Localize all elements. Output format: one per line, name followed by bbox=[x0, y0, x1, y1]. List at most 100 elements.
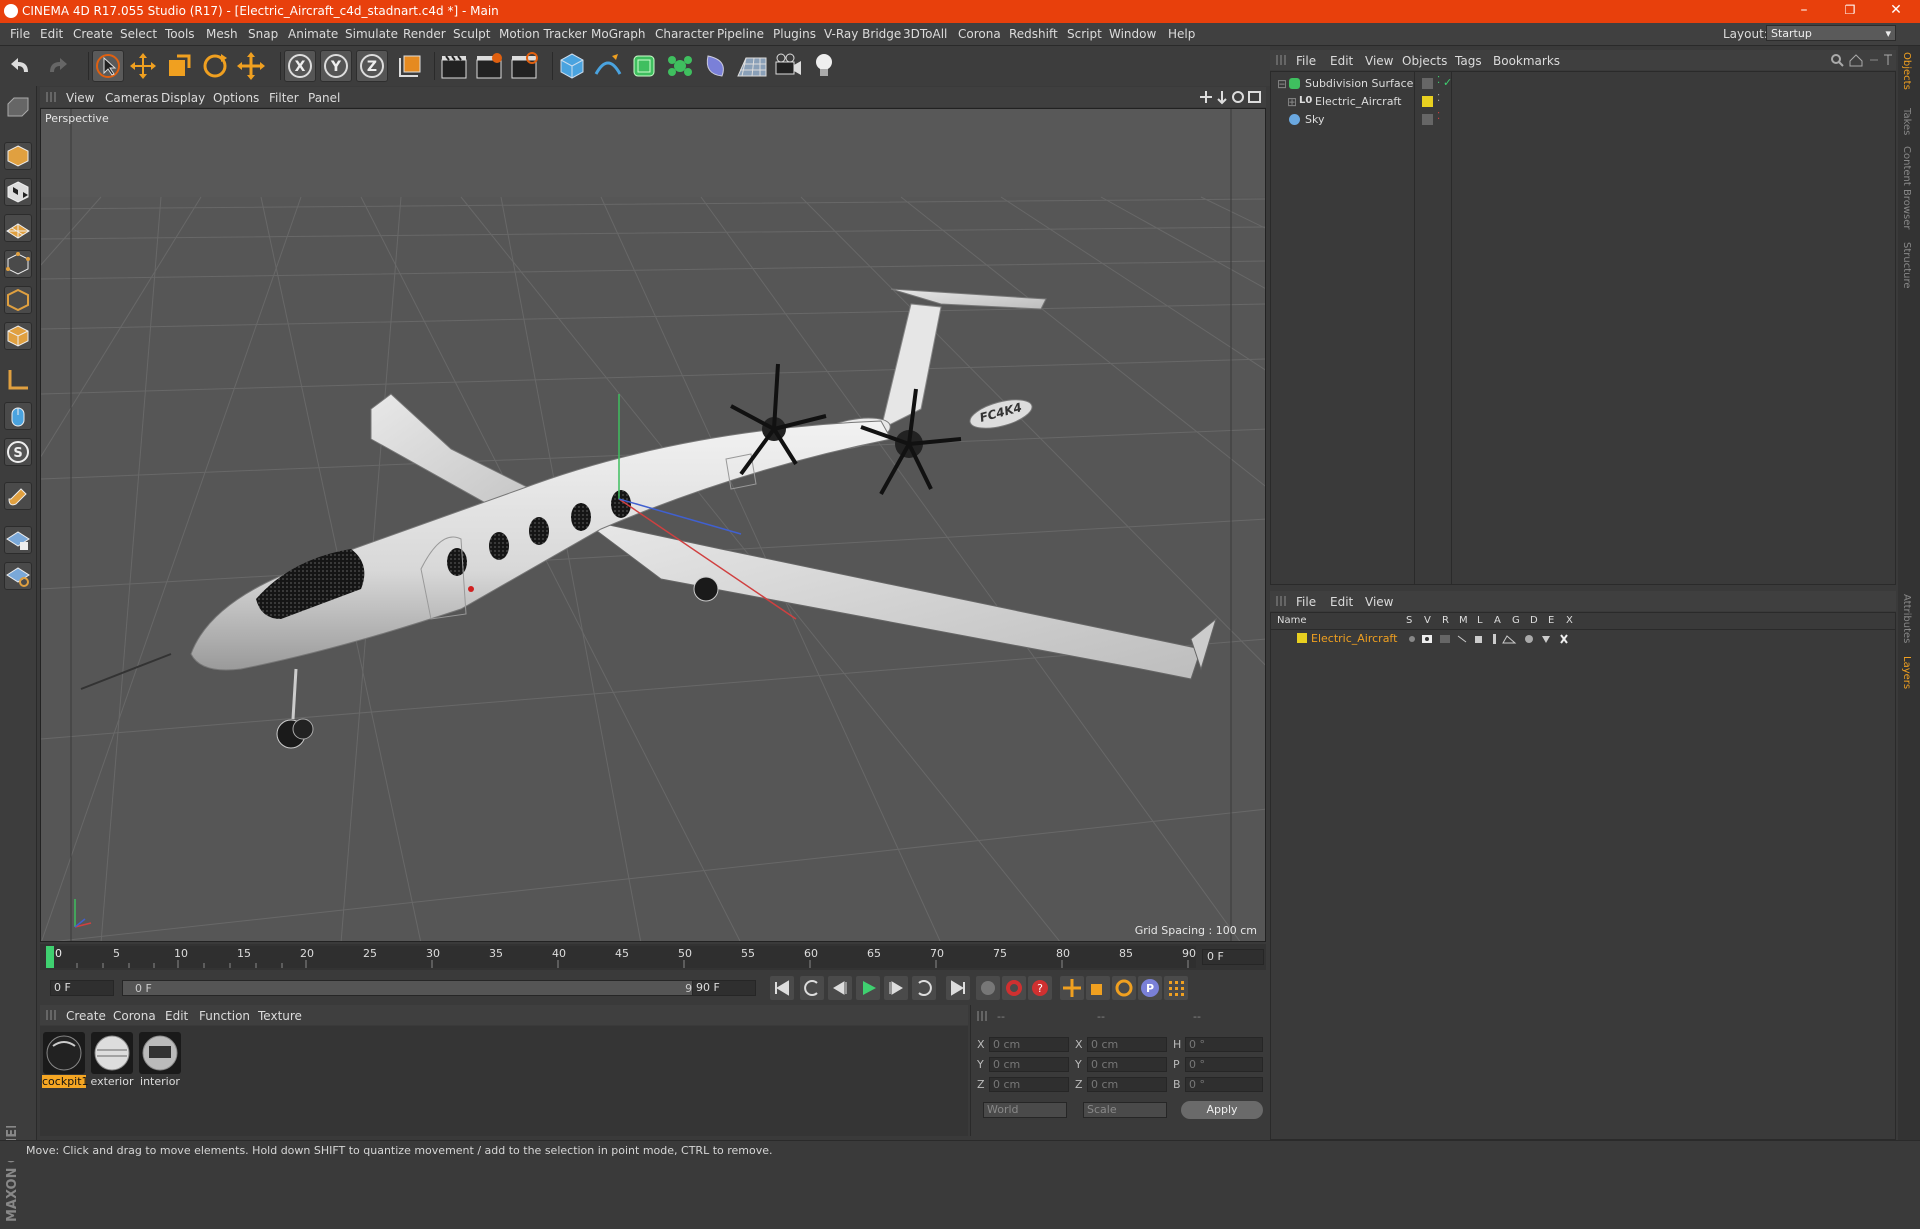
spline-pen-button[interactable] bbox=[592, 50, 624, 82]
object-name[interactable]: Electric_Aircraft bbox=[1315, 95, 1401, 108]
menu-vray-bridge[interactable]: V-Ray Bridge bbox=[824, 27, 901, 41]
camera-button[interactable] bbox=[772, 50, 804, 82]
menu-3dtoall[interactable]: 3DToAll bbox=[903, 27, 947, 41]
layer-toggle-icons[interactable] bbox=[1407, 632, 1587, 646]
position-z-field[interactable]: 0 cm bbox=[989, 1077, 1069, 1092]
current-frame-field[interactable]: 0 F bbox=[1202, 949, 1264, 965]
menu-create[interactable]: Create bbox=[73, 27, 113, 41]
viewport-menu-filter[interactable]: Filter bbox=[269, 91, 299, 105]
render-picture-viewer-button[interactable] bbox=[473, 50, 505, 82]
material-menu-edit[interactable]: Edit bbox=[165, 1009, 188, 1023]
size-z-field[interactable]: 0 cm bbox=[1087, 1077, 1167, 1092]
object-menu-file[interactable]: File bbox=[1296, 54, 1316, 68]
viewport-menu-panel[interactable]: Panel bbox=[308, 91, 340, 105]
rotate-tool-button[interactable] bbox=[199, 50, 231, 82]
object-row[interactable]: ⊟ Subdivision Surface ⁚ ✓ bbox=[1271, 75, 1895, 93]
menu-sculpt[interactable]: Sculpt bbox=[453, 27, 490, 41]
material-menu-create[interactable]: Create bbox=[66, 1009, 106, 1023]
menu-tools[interactable]: Tools bbox=[165, 27, 195, 41]
render-settings-button[interactable] bbox=[508, 50, 540, 82]
model-mode-button[interactable] bbox=[4, 142, 32, 170]
size-y-field[interactable]: 0 cm bbox=[1087, 1057, 1167, 1072]
x-axis-lock-button[interactable]: X bbox=[284, 50, 316, 82]
layer-menu-file[interactable]: File bbox=[1296, 595, 1316, 609]
undo-button[interactable] bbox=[6, 50, 38, 82]
restore-button[interactable]: ❐ bbox=[1827, 0, 1873, 23]
viewport-menu-cameras[interactable]: Cameras bbox=[105, 91, 158, 105]
snap-settings-button[interactable]: S bbox=[4, 438, 32, 466]
object-menu-edit[interactable]: Edit bbox=[1330, 54, 1353, 68]
lock-workplane-button[interactable] bbox=[4, 526, 32, 554]
frame-range-slider[interactable]: 0 F 90 F bbox=[122, 980, 722, 996]
position-x-field[interactable]: 0 cm bbox=[989, 1037, 1069, 1052]
layout-dropdown[interactable]: Startup ▾ bbox=[1766, 25, 1896, 41]
object-manager-nav-icons[interactable] bbox=[1830, 52, 1894, 68]
workplane-mode-button[interactable] bbox=[4, 214, 32, 242]
position-y-field[interactable]: 0 cm bbox=[989, 1057, 1069, 1072]
apply-button[interactable]: Apply bbox=[1181, 1101, 1263, 1119]
collapse-icon[interactable]: ⊟ bbox=[1277, 77, 1287, 91]
menu-simulate[interactable]: Simulate bbox=[345, 27, 398, 41]
menu-character[interactable]: Character bbox=[655, 27, 714, 41]
visibility-dots-icon[interactable]: ⁚ bbox=[1437, 75, 1440, 86]
enable-axis-button[interactable] bbox=[4, 366, 32, 394]
viewport-menu-view[interactable]: View bbox=[66, 91, 94, 105]
menu-motion-tracker[interactable]: Motion Tracker bbox=[499, 27, 587, 41]
menu-window[interactable]: Window bbox=[1109, 27, 1156, 41]
object-row[interactable]: Sky ⁚ bbox=[1271, 111, 1895, 129]
viewport-menu-display[interactable]: Display bbox=[161, 91, 205, 105]
object-name[interactable]: Subdivision Surface bbox=[1305, 77, 1413, 90]
deformer-button[interactable] bbox=[700, 50, 732, 82]
layer-name[interactable]: Electric_Aircraft bbox=[1311, 632, 1397, 645]
object-menu-bookmarks[interactable]: Bookmarks bbox=[1493, 54, 1560, 68]
object-menu-view[interactable]: View bbox=[1365, 54, 1393, 68]
material-swatch[interactable]: interior bbox=[138, 1032, 182, 1088]
layer-menu-edit[interactable]: Edit bbox=[1330, 595, 1353, 609]
menu-redshift[interactable]: Redshift bbox=[1009, 27, 1058, 41]
material-menu-corona[interactable]: Corona bbox=[113, 1009, 156, 1023]
viewport-nav-icons[interactable] bbox=[1200, 89, 1264, 105]
menu-script[interactable]: Script bbox=[1067, 27, 1102, 41]
z-axis-lock-button[interactable]: Z bbox=[356, 50, 388, 82]
enabled-check-icon[interactable]: ✓ bbox=[1443, 76, 1452, 89]
end-frame-field[interactable]: 90 F bbox=[692, 980, 756, 996]
layer-menu-view[interactable]: View bbox=[1365, 595, 1393, 609]
rotation-h-field[interactable]: 0 ° bbox=[1185, 1037, 1263, 1052]
tab-objects[interactable]: Objects bbox=[1901, 52, 1912, 90]
layer-row[interactable]: Electric_Aircraft bbox=[1271, 631, 1895, 647]
snap-button[interactable] bbox=[4, 482, 32, 510]
move-tool-button[interactable] bbox=[127, 50, 159, 82]
y-axis-lock-button[interactable]: Y bbox=[320, 50, 352, 82]
menu-snap[interactable]: Snap bbox=[248, 27, 278, 41]
rotation-b-field[interactable]: 0 ° bbox=[1185, 1077, 1263, 1092]
menu-plugins[interactable]: Plugins bbox=[773, 27, 816, 41]
live-selection-button[interactable] bbox=[235, 50, 267, 82]
menu-animate[interactable]: Animate bbox=[288, 27, 338, 41]
material-menu-function[interactable]: Function bbox=[199, 1009, 250, 1023]
tab-attributes[interactable]: Attributes bbox=[1901, 594, 1912, 643]
tab-layers[interactable]: Layers bbox=[1901, 656, 1912, 689]
world-dropdown[interactable]: World bbox=[983, 1102, 1067, 1118]
expand-icon[interactable]: ⊞ bbox=[1287, 95, 1297, 109]
tab-content-browser[interactable]: Content Browser bbox=[1901, 146, 1912, 229]
tweak-mode-button[interactable] bbox=[4, 402, 32, 430]
size-x-field[interactable]: 0 cm bbox=[1087, 1037, 1167, 1052]
menu-help[interactable]: Help bbox=[1168, 27, 1195, 41]
menu-file[interactable]: File bbox=[10, 27, 30, 41]
object-menu-objects[interactable]: Objects bbox=[1402, 54, 1447, 68]
texture-mode-button[interactable] bbox=[4, 178, 32, 206]
visibility-dots-icon[interactable]: ⁚ bbox=[1437, 93, 1440, 104]
visibility-dots-icon[interactable]: ⁚ bbox=[1437, 111, 1440, 122]
timeline-ruler[interactable]: 0 5 10 15 20 25 30 35 40 45 50 55 60 65 … bbox=[40, 944, 1266, 970]
rotation-p-field[interactable]: 0 ° bbox=[1185, 1057, 1263, 1072]
render-view-button[interactable] bbox=[438, 50, 470, 82]
viewport-menu-options[interactable]: Options bbox=[213, 91, 259, 105]
edges-mode-button[interactable] bbox=[4, 286, 32, 314]
menu-mesh[interactable]: Mesh bbox=[206, 27, 238, 41]
light-button[interactable] bbox=[808, 50, 840, 82]
object-name[interactable]: Sky bbox=[1305, 113, 1324, 126]
material-swatch[interactable]: exterior bbox=[90, 1032, 134, 1088]
tab-structure[interactable]: Structure bbox=[1901, 242, 1912, 289]
menu-edit[interactable]: Edit bbox=[40, 27, 63, 41]
subdivision-surface-button[interactable] bbox=[628, 50, 660, 82]
